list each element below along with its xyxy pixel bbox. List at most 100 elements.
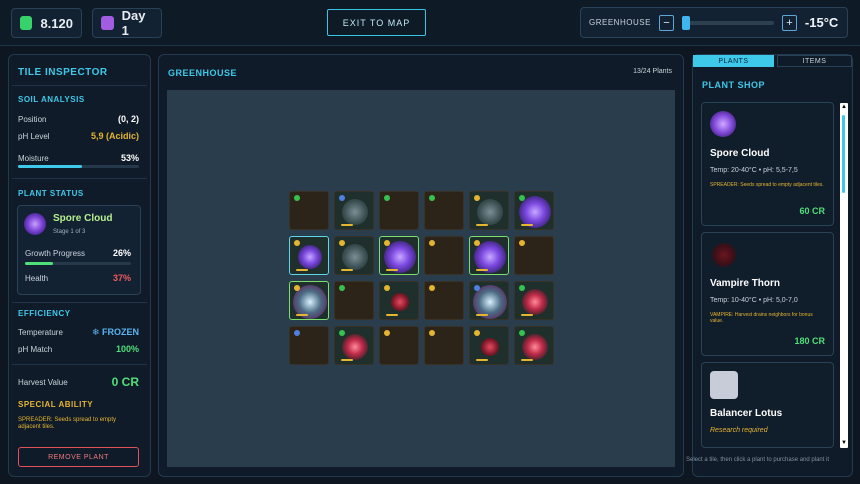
inspector-title: TILE INSPECTOR xyxy=(18,67,108,78)
plant-name: Spore Cloud xyxy=(53,213,113,224)
plant-stage: Stage 1 of 3 xyxy=(53,229,86,235)
card-name: Balancer Lotus xyxy=(710,408,783,419)
grid-tile[interactable] xyxy=(514,191,554,230)
grid-tile[interactable] xyxy=(334,326,374,365)
ph-match-value: 100% xyxy=(115,344,139,354)
soil-indicator-dot xyxy=(384,330,390,336)
health-label: Health xyxy=(25,273,49,283)
shop-card-spore-cloud[interactable]: Spore Cloud Temp: 20-40°C • pH: 5,5-7,5 … xyxy=(701,102,834,226)
spore-cloud-icon xyxy=(710,111,736,137)
research-required-label: Research required xyxy=(710,427,768,434)
plant-health-bar xyxy=(386,314,398,316)
scrollbar-thumb[interactable] xyxy=(842,115,845,193)
temperature-control: GREENHOUSE − + -15°C xyxy=(580,7,848,38)
divider xyxy=(12,85,147,86)
grid-tile[interactable] xyxy=(379,236,419,275)
growth-label: Growth Progress xyxy=(25,248,86,258)
increase-temperature-button[interactable]: + xyxy=(781,14,797,31)
temperature-slider-knob[interactable] xyxy=(681,15,690,30)
soil-indicator-dot xyxy=(429,195,435,201)
shop-card-vampire-thorn[interactable]: Vampire Thorn Temp: 10-40°C • pH: 5,0-7,… xyxy=(701,232,834,356)
grid-tile[interactable] xyxy=(379,191,419,230)
card-name: Spore Cloud xyxy=(710,148,770,159)
plant-health-bar xyxy=(476,224,488,226)
grid-tile[interactable] xyxy=(514,236,554,275)
plant-health-bar xyxy=(296,269,308,271)
growth-bar-fill xyxy=(25,262,53,265)
soil-indicator-dot xyxy=(519,240,525,246)
thorn-plant-icon xyxy=(342,333,368,360)
growth-bar xyxy=(25,262,131,265)
temperature-efficiency-value: ❄ FROZEN xyxy=(91,327,139,337)
grid-tile[interactable] xyxy=(469,326,509,365)
card-price: 180 CR xyxy=(794,336,825,346)
soil-indicator-dot xyxy=(384,195,390,201)
plant-health-bar xyxy=(341,359,353,361)
grid-tile[interactable] xyxy=(289,191,329,230)
decrease-temperature-button[interactable]: − xyxy=(658,14,674,31)
plant-health-bar xyxy=(521,224,533,226)
grid-tile[interactable] xyxy=(379,326,419,365)
grid-tile[interactable] xyxy=(469,281,509,320)
grid-tile[interactable] xyxy=(379,281,419,320)
harvest-label: Harvest Value xyxy=(18,377,68,387)
grid-tile[interactable] xyxy=(514,326,554,365)
plant-health-bar xyxy=(341,269,353,271)
grid-tile[interactable] xyxy=(424,191,464,230)
thorn-small-plant-icon xyxy=(481,337,499,356)
day-display: Day 1 xyxy=(92,8,162,38)
scroll-down-icon[interactable]: ▼ xyxy=(840,439,848,448)
shop-card-balancer-lotus[interactable]: Balancer Lotus Research required xyxy=(701,362,834,448)
ph-label: pH Level xyxy=(18,131,50,141)
soil-indicator-dot xyxy=(429,285,435,291)
tab-plants[interactable]: PLANTS xyxy=(693,55,774,67)
grid-tile[interactable] xyxy=(289,236,329,275)
scroll-up-icon[interactable]: ▲ xyxy=(840,103,848,112)
grid-tile[interactable] xyxy=(289,281,329,320)
soil-indicator-dot xyxy=(294,195,300,201)
grid-tile[interactable] xyxy=(469,191,509,230)
thorn-small-plant-icon xyxy=(391,292,409,311)
efficiency-title: EFFICIENCY xyxy=(18,309,71,318)
moisture-value: 53% xyxy=(120,153,139,163)
grid-tile[interactable] xyxy=(424,326,464,365)
grid-tile[interactable] xyxy=(334,191,374,230)
grid-tile[interactable] xyxy=(424,236,464,275)
tab-items[interactable]: ITEMS xyxy=(777,55,852,67)
remove-plant-button[interactable]: REMOVE PLANT xyxy=(18,447,139,467)
moisture-label: Moisture xyxy=(18,153,49,163)
shop-scrollbar[interactable]: ▲ ▼ xyxy=(840,103,848,448)
ph-match-label: pH Match xyxy=(18,344,53,354)
divider xyxy=(12,178,147,179)
card-stats: Temp: 20-40°C • pH: 5,5-7,5 xyxy=(710,167,798,174)
soil-indicator-dot xyxy=(474,195,480,201)
soil-indicator-dot xyxy=(294,240,300,246)
grid-tile[interactable] xyxy=(334,281,374,320)
plant-health-bar xyxy=(476,359,488,361)
position-row: Position (0, 2) xyxy=(18,114,139,124)
ph-match-row: pH Match 100% xyxy=(18,344,139,354)
grid-tile[interactable] xyxy=(424,281,464,320)
temperature-slider[interactable] xyxy=(681,15,774,30)
grid-tile[interactable] xyxy=(514,281,554,320)
thorn-plant-icon xyxy=(522,333,548,360)
card-price: 60 CR xyxy=(799,206,825,216)
card-name: Vampire Thorn xyxy=(710,278,781,289)
sprout-plant-icon xyxy=(342,198,368,225)
card-ability: SPREADER: Seeds spread to empty adjacent… xyxy=(710,182,824,188)
moisture-row: Moisture 53% xyxy=(18,153,139,163)
exit-to-map-button[interactable]: EXIT TO MAP xyxy=(327,9,426,36)
soil-indicator-dot xyxy=(519,195,525,201)
soil-indicator-dot xyxy=(339,330,345,336)
temperature-row: Temperature ❄ FROZEN xyxy=(18,327,139,338)
moisture-bar xyxy=(18,165,139,168)
plant-health-bar xyxy=(521,314,533,316)
soil-indicator-dot xyxy=(474,240,480,246)
shop-hint: Select a tile, then click a plant to pur… xyxy=(686,457,830,463)
grid-tile[interactable] xyxy=(289,326,329,365)
grid-tile[interactable] xyxy=(469,236,509,275)
divider xyxy=(12,302,147,303)
grid-tile[interactable] xyxy=(334,236,374,275)
plant-health-bar xyxy=(476,269,488,271)
special-ability-title: SPECIAL ABILITY xyxy=(18,400,94,409)
